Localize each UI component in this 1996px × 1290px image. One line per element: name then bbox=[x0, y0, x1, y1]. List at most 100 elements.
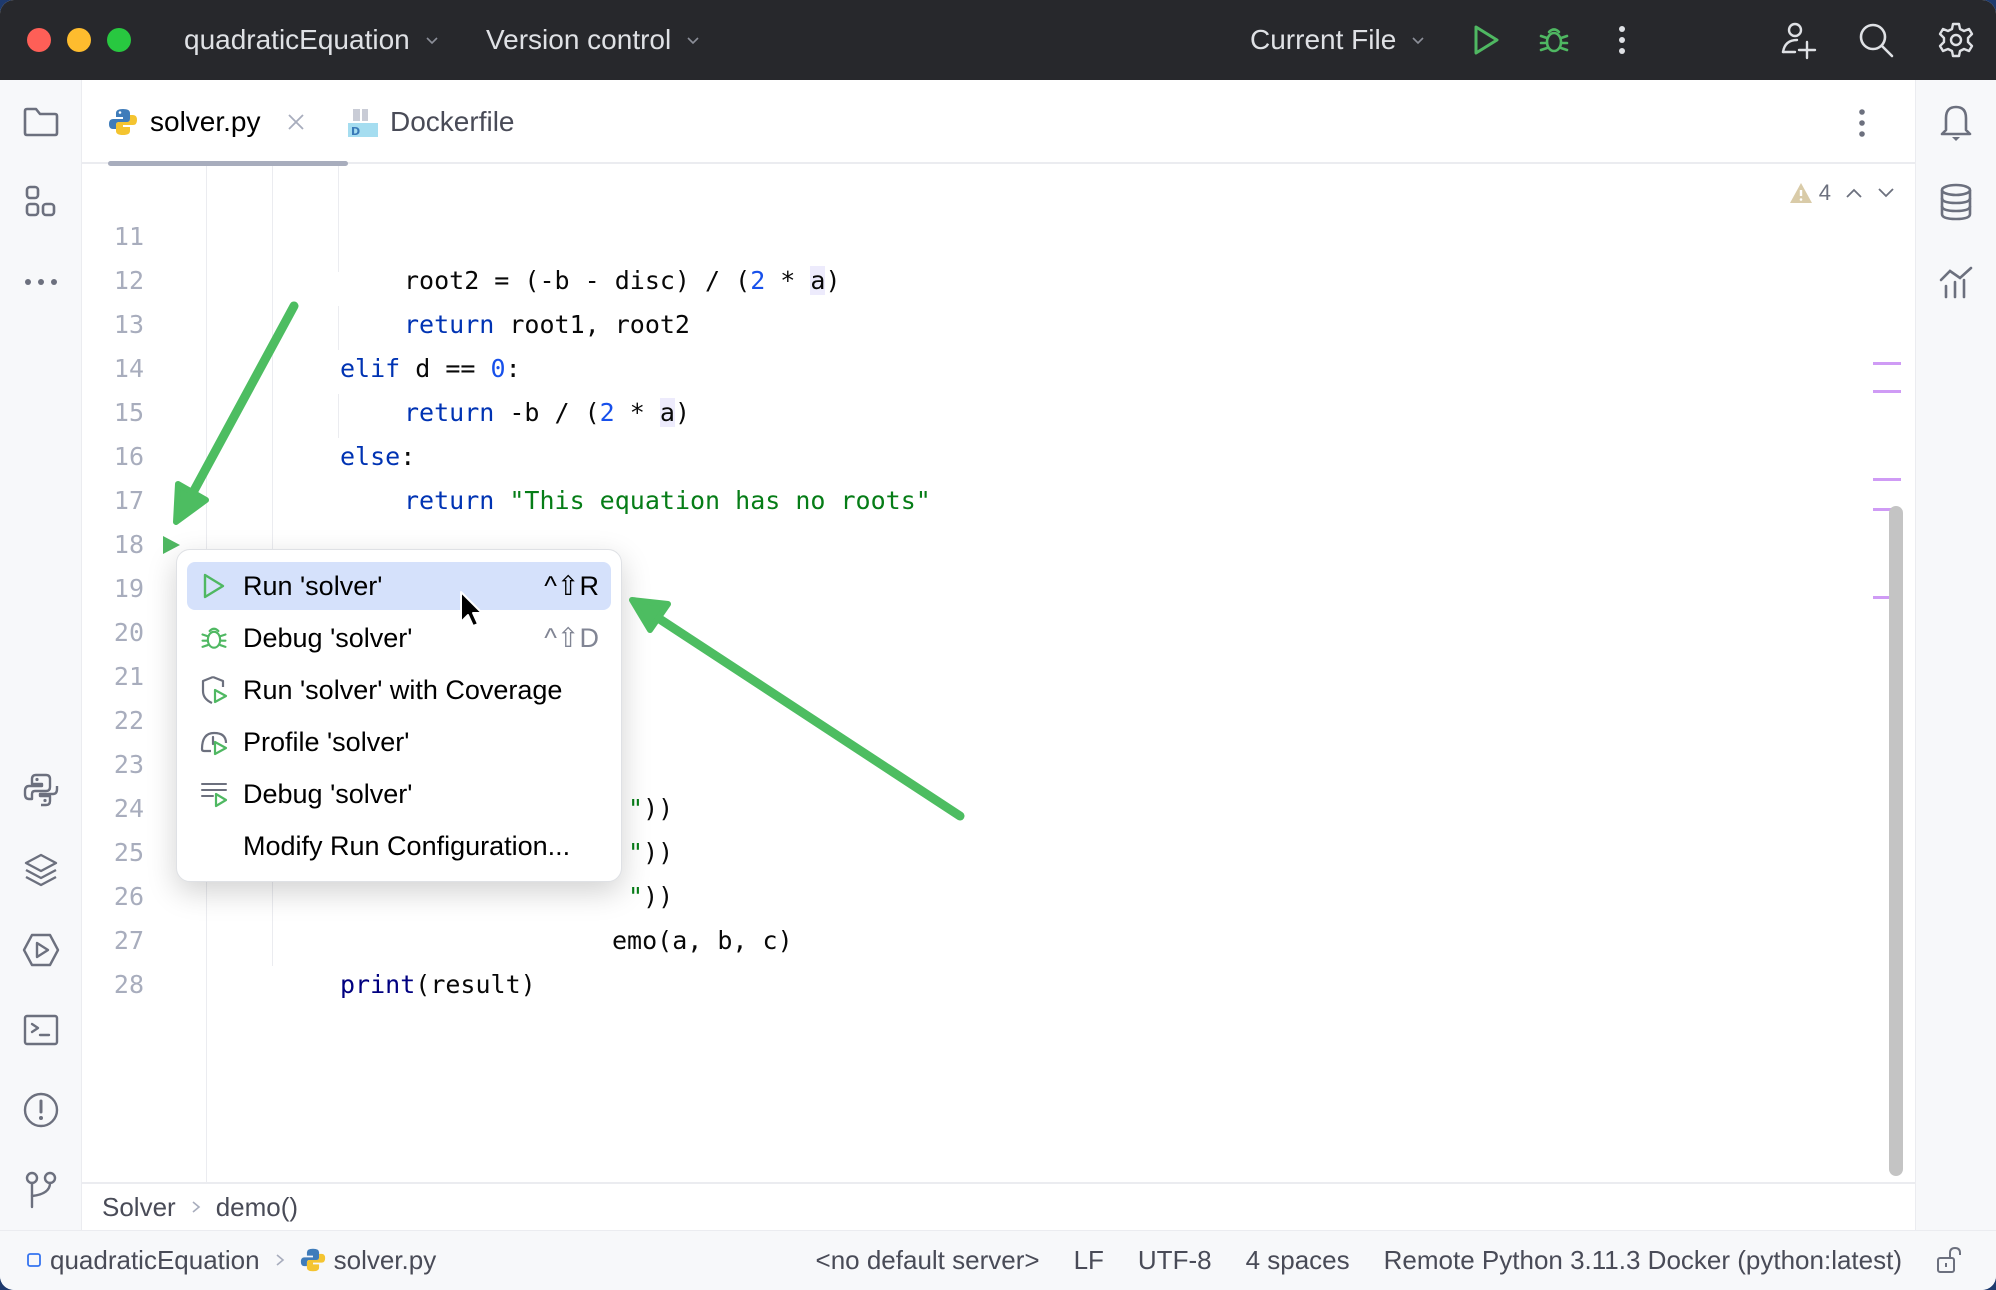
module-icon bbox=[27, 1253, 41, 1267]
menu-item-run[interactable]: Run 'solver' ^⇧R bbox=[187, 562, 611, 610]
database-icon bbox=[1940, 183, 1972, 221]
menu-item-modify-run-config[interactable]: Modify Run Configuration... bbox=[187, 822, 611, 870]
search-icon bbox=[1859, 23, 1894, 58]
git-button[interactable] bbox=[21, 1170, 61, 1210]
menu-item-coverage[interactable]: Run 'solver' with Coverage bbox=[187, 666, 611, 714]
status-widgets: <no default server> LF UTF-8 4 spaces Re… bbox=[816, 1231, 1996, 1289]
chevron-right-icon bbox=[276, 1254, 284, 1266]
ide-window: quadraticEquation Version control Curren… bbox=[0, 0, 1996, 1290]
vcs-selector[interactable]: Version control bbox=[486, 0, 701, 80]
right-tool-window-bar bbox=[1915, 80, 1996, 1230]
navigation-bar: quadraticEquation solver.py bbox=[26, 1231, 436, 1289]
left-tool-window-bar bbox=[0, 80, 82, 1230]
menu-item-debug[interactable]: Debug 'solver' ^⇧D bbox=[187, 614, 611, 662]
shortcut-label: ^⇧R bbox=[544, 570, 599, 601]
debug-button[interactable] bbox=[1534, 20, 1574, 60]
python-file-icon bbox=[300, 1248, 325, 1272]
code-line: 14 return -b / (2 * a) bbox=[82, 303, 1915, 427]
more-vertical-icon bbox=[1859, 109, 1865, 137]
project-tool-button[interactable] bbox=[21, 102, 61, 142]
structure-tool-button[interactable] bbox=[21, 182, 61, 222]
close-window-button[interactable] bbox=[27, 28, 51, 52]
database-button[interactable] bbox=[1936, 182, 1976, 222]
python-console-button[interactable] bbox=[21, 770, 61, 810]
run-button[interactable] bbox=[1466, 20, 1506, 60]
chevron-down-icon bbox=[1412, 37, 1424, 45]
unlock-icon bbox=[1937, 1246, 1961, 1273]
chevron-right-icon bbox=[192, 1201, 200, 1213]
more-actions-button[interactable] bbox=[1602, 20, 1642, 60]
code-line: 17 bbox=[82, 435, 1915, 515]
more-tools-button[interactable] bbox=[21, 262, 61, 302]
project-selector[interactable]: quadraticEquation bbox=[184, 0, 440, 80]
coverage-icon bbox=[201, 675, 228, 705]
debug-icon bbox=[1539, 28, 1569, 53]
tab-label: solver.py bbox=[150, 106, 261, 137]
minimize-window-button[interactable] bbox=[67, 28, 91, 52]
services-button[interactable] bbox=[21, 930, 61, 970]
tab-dockerfile[interactable]: D Dockerfile bbox=[348, 80, 514, 164]
shortcut-label: ^⇧D bbox=[544, 622, 599, 653]
maximize-window-button[interactable] bbox=[107, 28, 131, 52]
status-bar: quadraticEquation solver.py <no default … bbox=[0, 1230, 1996, 1290]
code-line: 12 return root1, root2 bbox=[82, 215, 1915, 339]
code-line: 16 return "This equation has no roots" bbox=[82, 391, 1915, 515]
menu-item-profile[interactable]: Profile 'solver' bbox=[187, 718, 611, 766]
search-button[interactable] bbox=[1856, 20, 1896, 60]
chevron-down-icon bbox=[426, 37, 438, 45]
sciview-button[interactable] bbox=[1936, 262, 1976, 302]
warning-circle-icon bbox=[23, 1092, 59, 1128]
run-context-menu: Run 'solver' ^⇧R Debug 'solver' ^⇧D Run … bbox=[176, 549, 622, 882]
tab-label: Dockerfile bbox=[390, 106, 515, 137]
terminal-icon bbox=[23, 1014, 59, 1046]
notifications-button[interactable] bbox=[1936, 102, 1976, 142]
problems-button[interactable] bbox=[21, 1090, 61, 1130]
indent-widget[interactable]: 4 spaces bbox=[1246, 1245, 1350, 1276]
code-with-me-button[interactable] bbox=[1778, 20, 1818, 60]
line-separator-widget[interactable]: LF bbox=[1074, 1245, 1104, 1276]
close-tab-icon[interactable] bbox=[287, 113, 305, 131]
run-icon bbox=[1474, 25, 1499, 55]
menu-item-concurrency[interactable]: Debug 'solver' bbox=[187, 770, 611, 818]
deployment-server-widget[interactable]: <no default server> bbox=[816, 1245, 1040, 1276]
python-file-icon bbox=[109, 109, 137, 135]
svg-text:D: D bbox=[351, 125, 360, 137]
breadcrumb-item-function[interactable]: demo() bbox=[216, 1192, 298, 1223]
read-only-toggle[interactable] bbox=[1936, 1246, 1962, 1274]
debug-icon bbox=[201, 627, 227, 649]
python-packages-button[interactable] bbox=[21, 850, 61, 890]
project-name: quadraticEquation bbox=[184, 24, 410, 55]
interpreter-widget[interactable]: Remote Python 3.11.3 Docker (python:late… bbox=[1384, 1245, 1902, 1276]
encoding-widget[interactable]: UTF-8 bbox=[1138, 1245, 1212, 1276]
tab-actions-button[interactable] bbox=[1847, 106, 1877, 140]
editor-tabs: solver.py D Dockerfile bbox=[82, 80, 1915, 166]
nav-file[interactable]: solver.py bbox=[334, 1245, 437, 1276]
settings-button[interactable] bbox=[1936, 20, 1976, 60]
nav-project[interactable]: quadraticEquation bbox=[50, 1245, 260, 1276]
code-line: 13 elif d == 0: bbox=[82, 259, 1915, 383]
layers-icon bbox=[24, 853, 58, 887]
python-icon bbox=[23, 773, 59, 807]
run-config-label: Current File bbox=[1250, 24, 1397, 55]
structure-icon bbox=[25, 185, 56, 217]
more-horizontal-icon bbox=[25, 279, 57, 285]
title-bar: quadraticEquation Version control Curren… bbox=[0, 0, 1996, 80]
dockerfile-icon: D bbox=[348, 109, 378, 137]
vcs-label: Version control bbox=[486, 24, 672, 55]
terminal-button[interactable] bbox=[21, 1010, 61, 1050]
profile-icon bbox=[200, 731, 228, 756]
concurrency-icon bbox=[201, 783, 228, 808]
bell-icon bbox=[1940, 105, 1972, 141]
code-line: 11 root2 = (-b - disc) / (2 * a) bbox=[82, 171, 1915, 295]
breadcrumb: Solver demo() bbox=[82, 1182, 1915, 1230]
gear-icon bbox=[1938, 22, 1974, 58]
code-line: 28 bbox=[82, 919, 1915, 999]
run-config-selector[interactable]: Current File bbox=[1250, 0, 1426, 80]
chevron-down-icon bbox=[687, 37, 699, 45]
line-number: 28 bbox=[113, 970, 144, 999]
run-icon bbox=[203, 573, 225, 599]
add-user-icon bbox=[1781, 22, 1817, 60]
tab-solver-py[interactable]: solver.py bbox=[108, 80, 348, 166]
more-vertical-icon bbox=[1619, 26, 1625, 54]
breadcrumb-item-class[interactable]: Solver bbox=[102, 1192, 176, 1223]
